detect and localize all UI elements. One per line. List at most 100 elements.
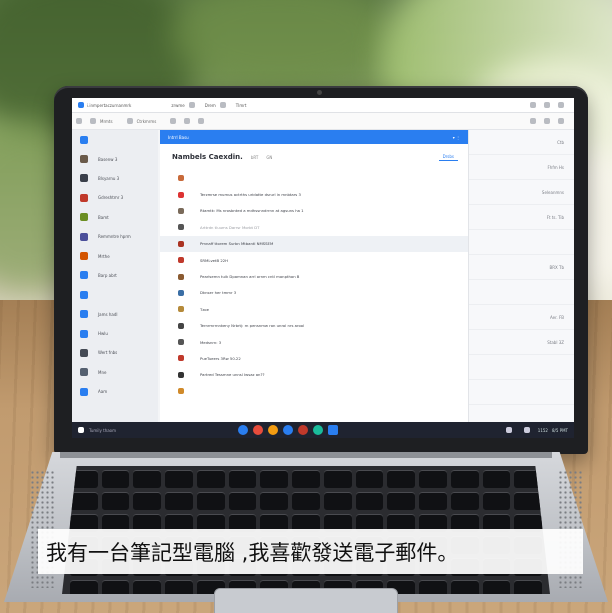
keyboard-key [355, 492, 384, 510]
sidebar-item[interactable]: Remmntre hprm [72, 227, 158, 246]
sidebar-item[interactable] [72, 285, 158, 304]
sender-avatar-icon [178, 322, 184, 329]
right-pane-item[interactable]: Aer. FB [469, 305, 574, 330]
profile-icon[interactable] [558, 118, 564, 124]
sidebar-item[interactable] [72, 130, 158, 149]
apps-icon[interactable] [544, 118, 550, 124]
taskbar-app-icon[interactable] [328, 425, 338, 435]
sidebar-item[interactable]: Wert fnbs [72, 343, 158, 362]
start-icon[interactable] [78, 427, 84, 433]
message-row[interactable]: Partred Tessmne unnsl Iwsaz an?? [160, 367, 468, 383]
menu-item[interactable]: Tlmrt [236, 103, 247, 108]
mail-header-bar: Intrrl Basu ▾ ⋮ [160, 130, 468, 144]
minimize-icon[interactable] [530, 102, 536, 108]
message-row[interactable]: Terzmrse mumus actrths uridatte dsrurl i… [160, 186, 468, 202]
sidebar-item-label: Aam [98, 389, 108, 395]
tab-sort[interactable]: Drsbs [438, 154, 458, 161]
taskbar-app-icon[interactable] [238, 425, 248, 435]
taskbar-app-icon[interactable] [283, 425, 293, 435]
keyboard-key [165, 470, 193, 488]
right-pane-item[interactable]: Stabl 3Z [469, 330, 574, 355]
mail-subject: Nambels Caexdin. [172, 153, 243, 161]
sender-avatar-icon [178, 191, 184, 198]
wifi-icon[interactable] [505, 427, 512, 433]
right-pane-item[interactable]: Ctb [469, 130, 574, 155]
message-row[interactable]: Rtamtk: Ms nrosbnted a mdhssnndrrnn at a… [160, 203, 468, 219]
toolbar-icon[interactable] [198, 118, 205, 124]
sender-avatar-icon [178, 289, 184, 296]
toolbar-icon[interactable] [126, 118, 133, 124]
right-pane-item[interactable] [469, 355, 574, 380]
document-icon [80, 232, 88, 241]
message-row[interactable]: Arttrdn tluums Darrsr Morbt DT [160, 219, 468, 235]
message-row[interactable] [160, 170, 468, 186]
message-row[interactable]: Tzoe [160, 301, 468, 317]
grid-icon[interactable] [90, 118, 96, 124]
menu-toggle-icon[interactable] [76, 118, 82, 124]
calendar-icon [80, 271, 88, 280]
right-pane-item[interactable] [469, 380, 574, 405]
menu-icon[interactable] [219, 102, 226, 108]
date[interactable]: 8/5 PMT [552, 428, 568, 433]
toolbar-icon[interactable] [170, 118, 177, 124]
message-row[interactable]: PueTueers 3Rw 50.22 [160, 350, 468, 366]
sidebar-item[interactable]: Bamt [72, 208, 158, 227]
message-row[interactable]: SRMLvetB 22H [160, 252, 468, 268]
right-pane-item[interactable]: Fhfm Hs [469, 155, 574, 180]
sidebar-item[interactable]: Barp abrt [72, 266, 158, 285]
sidebar-item-label: Wert fnbs [98, 350, 118, 356]
close-icon[interactable] [558, 102, 564, 108]
sidebar-item[interactable]: Mrthe [72, 246, 158, 265]
message-row[interactable]: Pmnaff ttorem Surbn Mtbantl NMSSEM [160, 235, 468, 252]
tasks-icon [80, 310, 88, 319]
sidebar-item-label: Bamt [98, 214, 109, 220]
right-pane-item[interactable]: Ft ts. Tib [469, 205, 574, 230]
sidebar-item[interactable]: Aam [72, 382, 158, 401]
keyboard-key [70, 492, 98, 510]
message-row[interactable] [160, 383, 468, 399]
sender-avatar-icon [178, 388, 184, 395]
right-pane-item[interactable] [469, 230, 574, 255]
sidebar-item[interactable]: Blsyarnu 3 [72, 169, 158, 188]
menu-item[interactable]: zrwme [171, 103, 184, 108]
taskbar-app-icon[interactable] [298, 425, 308, 435]
menu-item[interactable]: Drem [205, 103, 216, 108]
message-row[interactable]: Medsnrn: 3 [160, 334, 468, 350]
keyboard-key [419, 492, 447, 510]
keyboard-key [196, 492, 225, 510]
menu-icon[interactable] [188, 102, 195, 108]
toolbar-item[interactable]: Ctrkmrms [137, 119, 157, 124]
taskbar-search[interactable]: Tumily thaom [89, 428, 116, 433]
volume-icon[interactable] [523, 427, 530, 433]
toolbar-item[interactable]: Mrmts [100, 119, 113, 124]
message-row[interactable]: Dknser her tmmr 3 [160, 285, 468, 301]
header-actions[interactable]: ▾ ⋮ [453, 135, 460, 140]
notes-icon [80, 329, 88, 338]
sidebar-item[interactable]: Mne [72, 363, 158, 382]
message-text: PueTueers 3Rw 50.22 [200, 355, 241, 361]
sidebar-item[interactable]: Gdreshtmr 3 [72, 188, 158, 207]
app-name: i.inmpertaczurnanmrk [87, 102, 132, 108]
keyboard-key [355, 470, 384, 488]
maximize-icon[interactable] [544, 102, 550, 108]
message-text: Tzoe [200, 306, 209, 312]
taskbar-app-icon[interactable] [268, 425, 278, 435]
sidebar: Basenw 3 Blsyarnu 3 Gdreshtmr 3 Bamt Remmntr… [72, 130, 158, 422]
toolbar-icon[interactable] [184, 118, 191, 124]
message-row[interactable]: Pearlsemn tuik Dpamnan arrl ornm cntl mo… [160, 268, 468, 284]
right-pane: Ctb Fhfm Hs Seleanmns Ft ts. Tib BRX Tb Aer. … [468, 130, 574, 430]
clock[interactable]: 1152 [538, 428, 548, 433]
sidebar-item[interactable]: Jams hadl [72, 305, 158, 324]
taskbar-app-icon[interactable] [313, 425, 323, 435]
sidebar-item[interactable]: Basenw 3 [72, 149, 158, 168]
right-pane-item[interactable]: BRX Tb [469, 255, 574, 280]
sidebar-item[interactable]: Hwlu [72, 324, 158, 343]
right-pane-item[interactable] [469, 280, 574, 305]
taskbar-app-icon[interactable] [253, 425, 263, 435]
right-pane-item[interactable]: Seleanmns [469, 180, 574, 205]
subject-row: Nambels Caexdin. bRT GN Drsbs [160, 144, 468, 170]
message-row[interactable]: Ternrmrrnnkeny Nrbrtj: rn pensnmw ron un… [160, 318, 468, 334]
sender-avatar-icon [178, 306, 184, 313]
message-text: Terzmrse mumus actrths uridatte dsrurl i… [200, 192, 301, 198]
settings-icon[interactable] [530, 118, 536, 124]
